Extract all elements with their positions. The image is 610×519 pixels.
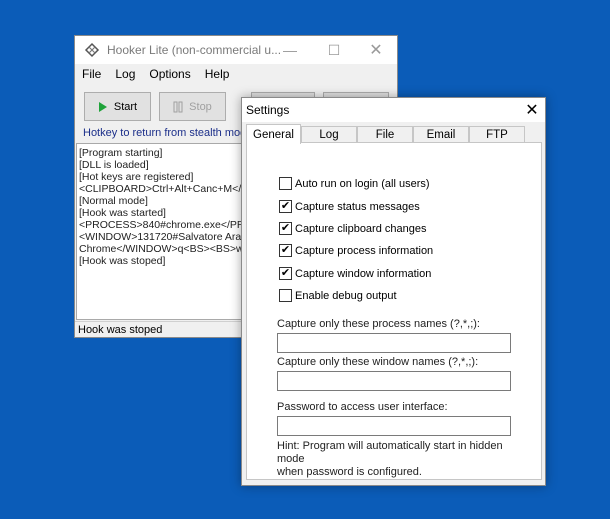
debug-output-label: Enable debug output [295, 289, 397, 302]
capture-process-checkbox[interactable]: ✔ [279, 244, 292, 257]
hint-text: Hint: Program will automatically start i… [277, 440, 527, 479]
capture-process-label: Capture process information [295, 244, 434, 257]
capture-window-label: Capture window information [295, 267, 432, 280]
log-line: <CLIPBOARD>Ctrl+Alt+Canc+M</CLI [79, 183, 242, 195]
capture-window-checkbox-row[interactable]: ✔ Capture window information [279, 267, 431, 280]
log-line: Chrome</WINDOW>q<BS><BS>ww [79, 243, 242, 255]
capture-status-label: Capture status messages [295, 200, 420, 213]
debug-output-checkbox-row[interactable]: Enable debug output [279, 289, 397, 302]
capture-clipboard-label: Capture clipboard changes [295, 222, 427, 235]
log-line: [Hook was stoped] [79, 255, 166, 267]
start-button[interactable]: Start [84, 92, 151, 121]
log-output[interactable]: [Program starting] [DLL is loaded] [Hot … [76, 143, 242, 320]
menubar: File Log Options Help [75, 64, 236, 84]
log-line: [DLL is loaded] [79, 159, 149, 171]
tab-file[interactable]: File [357, 126, 413, 143]
status-text: Hook was stoped [78, 324, 163, 336]
capture-clipboard-checkbox-row[interactable]: ✔ Capture clipboard changes [279, 222, 426, 235]
capture-process-checkbox-row[interactable]: ✔ Capture process information [279, 244, 433, 257]
main-titlebar[interactable]: Hooker Lite (non-commercial u... — ☐ ✕ [75, 36, 397, 64]
debug-output-checkbox[interactable] [279, 289, 292, 302]
tab-log[interactable]: Log [301, 126, 357, 143]
general-tab-panel: Auto run on login (all users) ✔ Capture … [246, 142, 542, 480]
hint-line-1: Hint: Program will automatically start i… [277, 440, 503, 465]
process-names-input[interactable] [277, 333, 511, 353]
menu-log[interactable]: Log [108, 67, 142, 81]
settings-dialog: Settings ✕ General Log File Email FTP Au… [241, 97, 546, 486]
log-line: <WINDOW>131720#Salvatore Aran [79, 231, 242, 243]
hotkey-label: Hotkey to return from stealth mode: [83, 127, 256, 139]
auto-run-checkbox[interactable] [279, 177, 292, 190]
maximize-icon[interactable]: ☐ [313, 36, 355, 64]
window-names-input[interactable] [277, 371, 511, 391]
process-names-label: Capture only these process names (?,*,;)… [277, 318, 480, 330]
pause-icon [173, 101, 183, 112]
capture-status-checkbox[interactable]: ✔ [279, 200, 292, 213]
app-icon [84, 42, 100, 58]
play-icon [98, 101, 107, 112]
log-line: [Hook was started] [79, 207, 166, 219]
log-line: [Normal mode] [79, 195, 148, 207]
settings-title: Settings [246, 103, 290, 117]
tab-ftp[interactable]: FTP [469, 126, 525, 143]
capture-clipboard-checkbox[interactable]: ✔ [279, 222, 292, 235]
settings-titlebar[interactable]: Settings ✕ [242, 98, 545, 122]
window-names-label: Capture only these window names (?,*,;): [277, 356, 479, 368]
auto-run-checkbox-row[interactable]: Auto run on login (all users) [279, 177, 430, 190]
log-line: <PROCESS>840#chrome.exe</PRO [79, 219, 242, 231]
password-input[interactable] [277, 416, 511, 436]
stop-button[interactable]: Stop [159, 92, 226, 121]
log-line: [Program starting] [79, 147, 163, 159]
main-window-title: Hooker Lite (non-commercial u... [107, 43, 282, 57]
start-button-label: Start [113, 100, 138, 113]
settings-close-icon[interactable]: ✕ [518, 98, 546, 122]
password-label: Password to access user interface: [277, 401, 448, 413]
settings-tabs: General Log File Email FTP [246, 124, 544, 144]
log-line: [Hot keys are registered] [79, 171, 194, 183]
capture-status-checkbox-row[interactable]: ✔ Capture status messages [279, 200, 420, 213]
capture-window-checkbox[interactable]: ✔ [279, 267, 292, 280]
auto-run-label: Auto run on login (all users) [295, 177, 430, 190]
menu-options[interactable]: Options [142, 67, 197, 81]
stop-button-label: Stop [189, 100, 212, 113]
menu-file[interactable]: File [75, 67, 108, 81]
minimize-icon[interactable]: — [269, 36, 311, 64]
menu-help[interactable]: Help [198, 67, 237, 81]
tab-general[interactable]: General [246, 124, 301, 144]
hint-line-2: when password is configured. [277, 466, 422, 478]
close-icon[interactable]: ✕ [355, 36, 397, 64]
tab-email[interactable]: Email [413, 126, 469, 143]
